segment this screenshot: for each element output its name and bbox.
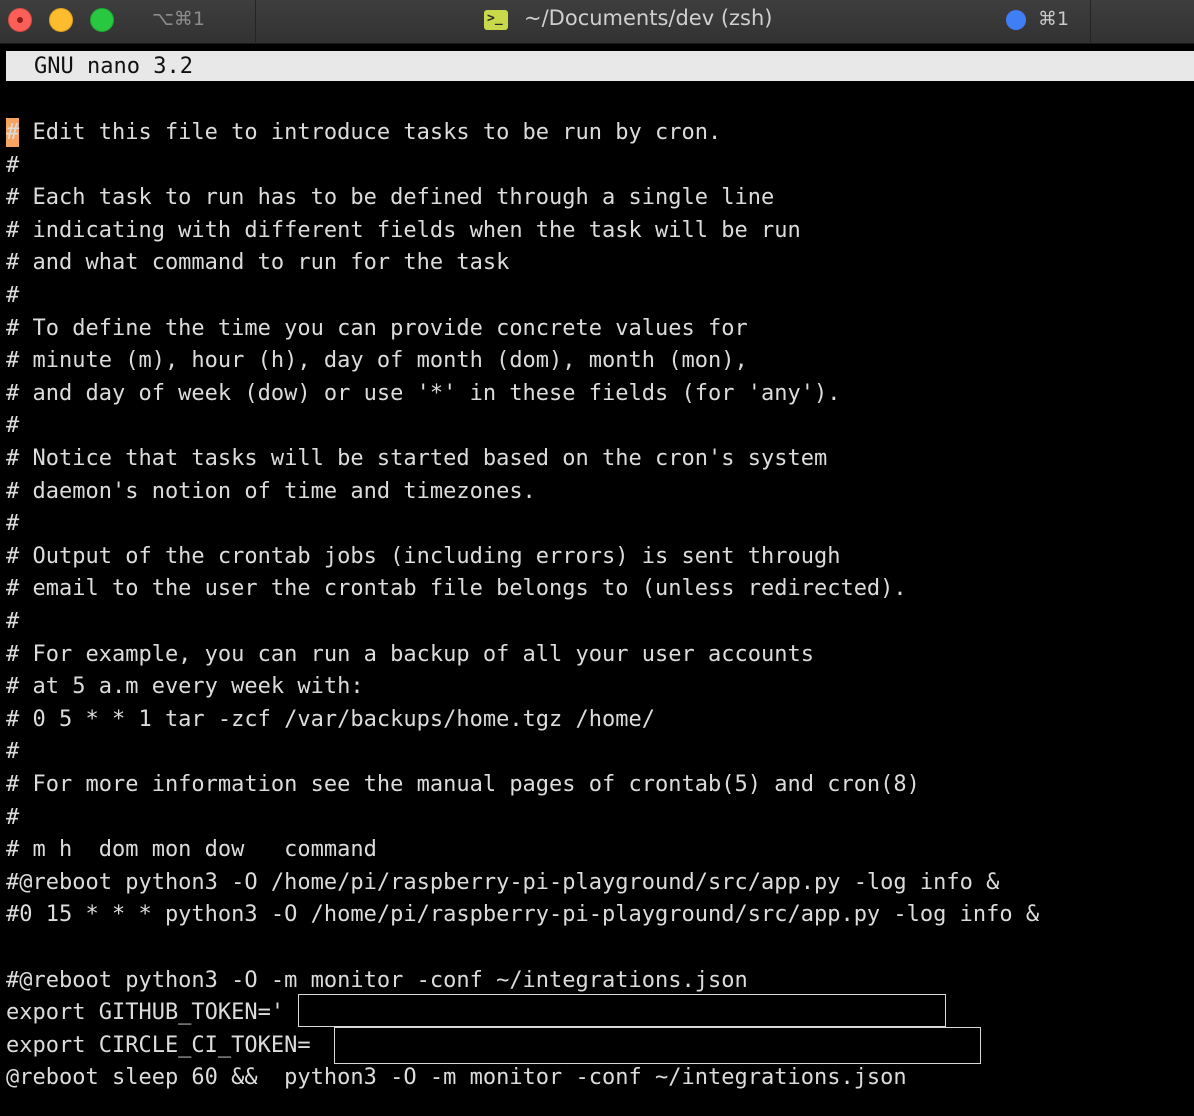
redacted-token-box xyxy=(334,1027,981,1064)
nano-header-bar: GNU nano 3.2 xyxy=(6,51,1194,81)
editor-line[interactable]: # xyxy=(6,736,19,769)
editor-line[interactable]: # For example, you can run a backup of a… xyxy=(6,639,814,672)
editor-line[interactable]: # minute (m), hour (h), day of month (do… xyxy=(6,345,748,378)
maximize-icon[interactable] xyxy=(90,8,114,32)
editor-line[interactable]: # To define the time you can provide con… xyxy=(6,313,748,346)
tab-indicator-icon xyxy=(1006,10,1026,30)
editor-line[interactable]: # Edit this file to introduce tasks to b… xyxy=(6,117,721,150)
editor-line[interactable]: # xyxy=(6,508,19,541)
minimize-icon[interactable] xyxy=(49,8,73,32)
redacted-token-box xyxy=(298,994,946,1027)
editor-line[interactable]: # and what command to run for the task xyxy=(6,247,509,280)
editor-line[interactable]: # email to the user the crontab file bel… xyxy=(6,573,907,606)
editor-line[interactable]: #0 15 * * * python3 -O /home/pi/raspberr… xyxy=(6,899,1039,932)
editor-line[interactable]: # and day of week (dow) or use '*' in th… xyxy=(6,378,840,411)
editor-line[interactable]: # xyxy=(6,280,19,313)
tab-shortcut-left[interactable]: ⌥⌘1 xyxy=(152,8,205,30)
editor-line[interactable]: # xyxy=(6,410,19,443)
editor-line[interactable]: # xyxy=(6,802,19,835)
editor-line[interactable]: # Output of the crontab jobs (including … xyxy=(6,541,840,574)
editor-line[interactable]: @reboot sleep 60 && python3 -O -m monito… xyxy=(6,1062,907,1095)
editor-line[interactable]: # indicating with different fields when … xyxy=(6,215,801,248)
tab-shortcut-right[interactable]: ⌘1 xyxy=(1038,8,1069,30)
window-titlebar: ⌥⌘1 ~/Documents/dev (zsh) ⌘1 xyxy=(0,0,1194,44)
editor-line[interactable]: #@reboot python3 -O -m monitor -conf ~/i… xyxy=(6,965,748,998)
editor-line[interactable]: # xyxy=(6,606,19,639)
terminal-icon xyxy=(484,10,508,30)
window-title: ~/Documents/dev (zsh) xyxy=(524,6,773,30)
editor-line[interactable]: export CIRCLE_CI_TOKEN= xyxy=(6,1030,311,1063)
editor-line[interactable]: # 0 5 * * 1 tar -zcf /var/backups/home.t… xyxy=(6,704,655,737)
editor-line[interactable]: # For more information see the manual pa… xyxy=(6,769,920,802)
editor-line[interactable]: # daemon's notion of time and timezones. xyxy=(6,476,536,509)
editor-line[interactable]: # xyxy=(6,150,19,183)
editor-line[interactable]: # m h dom mon dow command xyxy=(6,834,377,867)
tab-divider xyxy=(255,0,256,44)
nano-version: GNU nano 3.2 xyxy=(34,54,193,79)
close-icon[interactable] xyxy=(8,8,32,32)
editor-line[interactable]: # Each task to run has to be defined thr… xyxy=(6,182,774,215)
editor-line[interactable]: # at 5 a.m every week with: xyxy=(6,671,364,704)
editor-line[interactable]: #@reboot python3 -O /home/pi/raspberry-p… xyxy=(6,867,999,900)
tab-divider xyxy=(1090,0,1091,44)
editor-line[interactable]: export GITHUB_TOKEN=' xyxy=(6,997,284,1030)
editor-line[interactable]: # Notice that tasks will be started base… xyxy=(6,443,827,476)
